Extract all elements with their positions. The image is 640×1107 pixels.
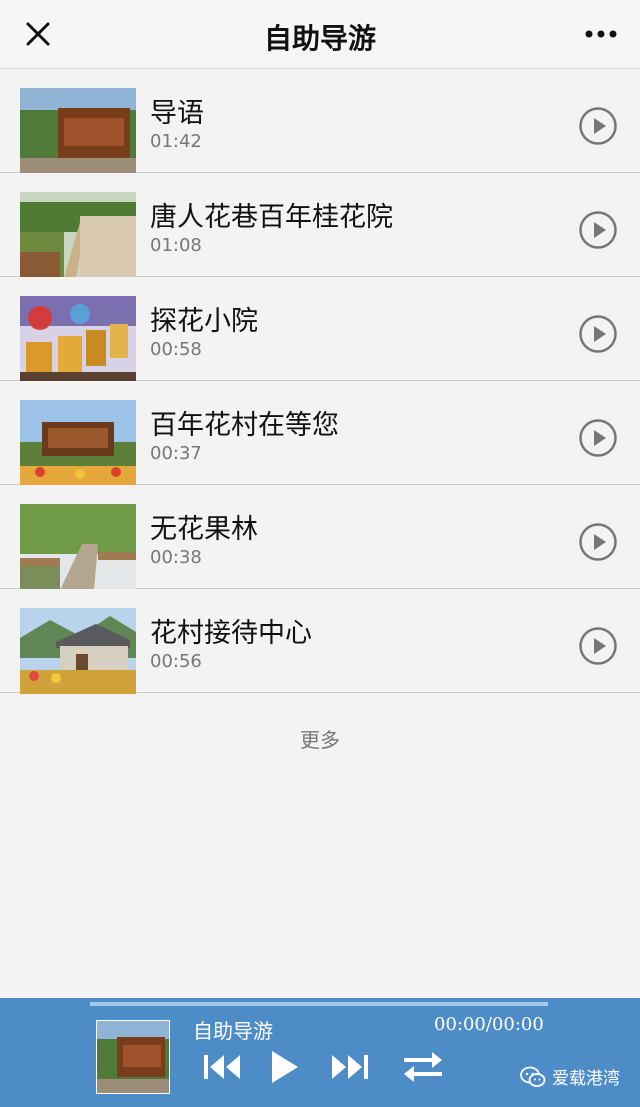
thumbnail-image xyxy=(20,192,136,278)
loop-icon[interactable] xyxy=(402,1050,444,1084)
item-duration: 01:42 xyxy=(150,131,202,152)
item-duration: 00:58 xyxy=(150,339,202,360)
play-circle-icon[interactable] xyxy=(578,314,618,354)
thumbnail-image xyxy=(20,296,136,382)
item-duration: 00:37 xyxy=(150,443,202,464)
item-duration: 00:38 xyxy=(150,547,202,568)
list-item[interactable]: 探花小院 00:58 xyxy=(0,277,640,382)
list-item[interactable]: 百年花村在等您 00:37 xyxy=(0,381,640,486)
player-time: 00:00/00:00 xyxy=(434,1014,544,1035)
play-circle-icon[interactable] xyxy=(578,522,618,562)
top-bar: 自助导游 xyxy=(0,0,640,69)
player-title: 自助导游 xyxy=(193,1019,273,1043)
play-icon[interactable] xyxy=(268,1049,300,1085)
thumbnail-image xyxy=(20,88,136,174)
thumbnail-image xyxy=(20,400,136,486)
item-title: 探花小院 xyxy=(150,306,258,337)
more-horizontal-icon[interactable] xyxy=(584,24,618,44)
item-title: 唐人花巷百年桂花院 xyxy=(150,202,393,233)
list-item[interactable]: 花村接待中心 00:56 xyxy=(0,589,640,694)
watermark-text: 爱载港湾 xyxy=(552,1069,620,1089)
thumbnail-image xyxy=(20,504,136,590)
next-icon[interactable] xyxy=(328,1050,370,1084)
play-circle-icon[interactable] xyxy=(578,106,618,146)
progress-bar[interactable] xyxy=(90,1002,548,1006)
list-item[interactable]: 无花果林 00:38 xyxy=(0,485,640,590)
item-title: 百年花村在等您 xyxy=(150,410,339,441)
account-watermark: 爱载港湾 xyxy=(520,1064,620,1089)
list-item[interactable]: 唐人花巷百年桂花院 01:08 xyxy=(0,173,640,278)
load-more-link[interactable]: 更多 xyxy=(0,724,640,753)
item-duration: 00:56 xyxy=(150,651,202,672)
list-item[interactable]: 导语 01:42 xyxy=(0,69,640,174)
page-title: 自助导游 xyxy=(263,22,376,55)
thumbnail-image xyxy=(20,608,136,694)
wechat-icon xyxy=(520,1066,546,1087)
item-title: 导语 xyxy=(150,98,204,129)
play-circle-icon[interactable] xyxy=(578,210,618,250)
item-title: 花村接待中心 xyxy=(150,618,312,649)
item-title: 无花果林 xyxy=(150,514,258,545)
play-circle-icon[interactable] xyxy=(578,418,618,458)
play-circle-icon[interactable] xyxy=(578,626,618,666)
item-duration: 01:08 xyxy=(150,235,202,256)
player-cover-image xyxy=(96,1020,170,1094)
audio-player-bar: 自助导游 00:00/00:00 爱载港湾 xyxy=(0,998,640,1107)
audio-guide-list: 导语 01:42 唐人花巷百年桂花院 01:08 探花小院 00:58 百年花村… xyxy=(0,69,640,694)
previous-icon[interactable] xyxy=(202,1050,244,1084)
